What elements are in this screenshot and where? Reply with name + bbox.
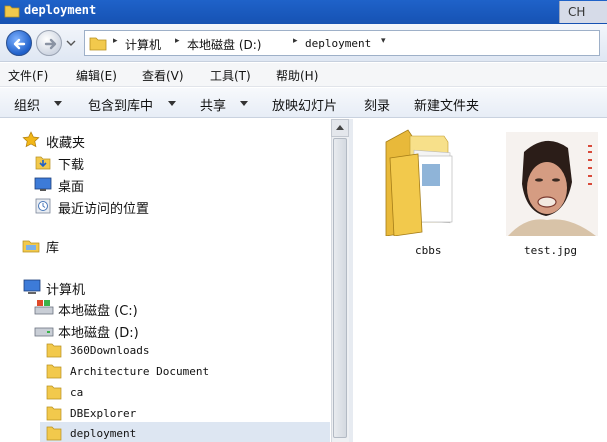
- nav-recent-places[interactable]: 最近访问的位置: [58, 198, 149, 217]
- nav-folder-architecture-document[interactable]: Architecture Document: [70, 365, 209, 378]
- title-bar: deployment CH: [0, 0, 607, 24]
- file-item-test-jpg[interactable]: test.jpg: [500, 128, 600, 258]
- chevron-up-icon: [336, 125, 344, 130]
- command-bar: 组织 包含到库中 共享 放映幻灯片 刻录 新建文件夹: [0, 88, 607, 118]
- folder-icon: [89, 37, 107, 51]
- slideshow-button[interactable]: 放映幻灯片: [272, 95, 337, 114]
- chevron-down-icon: [54, 101, 62, 106]
- nav-folder-360downloads[interactable]: 360Downloads: [70, 344, 149, 357]
- scroll-up-button[interactable]: [331, 119, 349, 137]
- folder-icon: [46, 426, 62, 441]
- menu-help[interactable]: 帮助(H): [276, 67, 318, 84]
- nav-folder-ca[interactable]: ca: [70, 386, 83, 399]
- nav-libraries[interactable]: 库: [46, 237, 59, 256]
- organize-button[interactable]: 组织: [14, 95, 40, 114]
- chevron-right-icon: ▸: [113, 36, 118, 46]
- new-folder-button[interactable]: 新建文件夹: [414, 95, 479, 114]
- computer-icon: [23, 279, 41, 294]
- folder-icon: [46, 343, 62, 358]
- recent-places-icon: [35, 198, 51, 214]
- nav-drive-d[interactable]: 本地磁盘 (D:): [58, 322, 139, 341]
- drive-icon: [34, 300, 54, 315]
- nav-desktop[interactable]: 桌面: [58, 176, 84, 195]
- drive-icon: [34, 327, 54, 337]
- back-button[interactable]: [6, 30, 32, 56]
- nav-downloads[interactable]: 下载: [58, 154, 84, 173]
- menu-edit[interactable]: 编辑(E): [76, 67, 117, 84]
- chevron-down-icon[interactable]: ▾: [381, 36, 386, 46]
- burn-button[interactable]: 刻录: [364, 95, 390, 114]
- menu-bar: 文件(F) 编辑(E) 查看(V) 工具(T) 帮助(H): [0, 63, 607, 87]
- library-icon: [22, 240, 40, 253]
- image-thumbnail-icon: [506, 132, 598, 236]
- folder-icon: [385, 129, 453, 236]
- folder-icon: [46, 406, 62, 421]
- desktop-icon: [34, 177, 52, 191]
- file-name: cbbs: [415, 244, 442, 257]
- chevron-down-icon: [168, 101, 176, 106]
- nav-drive-c[interactable]: 本地磁盘 (C:): [58, 300, 138, 319]
- window-title: deployment: [24, 3, 97, 17]
- menu-tools[interactable]: 工具(T): [210, 67, 251, 84]
- breadcrumb-computer[interactable]: 计算机: [125, 36, 161, 53]
- download-icon: [35, 156, 51, 170]
- file-name: test.jpg: [524, 244, 577, 257]
- breadcrumb-deployment[interactable]: deployment: [305, 37, 371, 50]
- folder-icon: [46, 385, 62, 400]
- chevron-down-icon: [240, 101, 248, 106]
- chevron-right-icon: ▸: [175, 36, 180, 46]
- share-button[interactable]: 共享: [200, 95, 226, 114]
- folder-icon: [4, 5, 20, 18]
- breadcrumb-drive-d[interactable]: 本地磁盘 (D:): [187, 36, 261, 53]
- menu-file[interactable]: 文件(F): [8, 67, 48, 84]
- address-bar[interactable]: ▸ 计算机 ▸ 本地磁盘 (D:) ▸ deployment ▾: [84, 30, 600, 56]
- forward-button[interactable]: [36, 30, 62, 56]
- folder-icon: [46, 364, 62, 379]
- recent-pages-dropdown-icon[interactable]: [66, 38, 76, 48]
- menu-view[interactable]: 查看(V): [142, 67, 184, 84]
- forward-arrow-icon: [44, 38, 57, 50]
- back-arrow-icon: [13, 38, 26, 50]
- file-item-cbbs[interactable]: cbbs: [378, 128, 468, 258]
- nav-folder-deployment[interactable]: deployment: [70, 427, 136, 440]
- language-indicator[interactable]: CH: [559, 1, 607, 23]
- chevron-right-icon: ▸: [293, 36, 298, 46]
- include-in-library-button[interactable]: 包含到库中: [88, 95, 153, 114]
- star-icon: [22, 131, 40, 148]
- scroll-thumb[interactable]: [333, 138, 347, 438]
- nav-folder-dbexplorer[interactable]: DBExplorer: [70, 407, 136, 420]
- nav-favorites[interactable]: 收藏夹: [46, 132, 85, 151]
- address-row: ▸ 计算机 ▸ 本地磁盘 (D:) ▸ deployment ▾: [0, 24, 607, 62]
- nav-computer[interactable]: 计算机: [46, 279, 85, 298]
